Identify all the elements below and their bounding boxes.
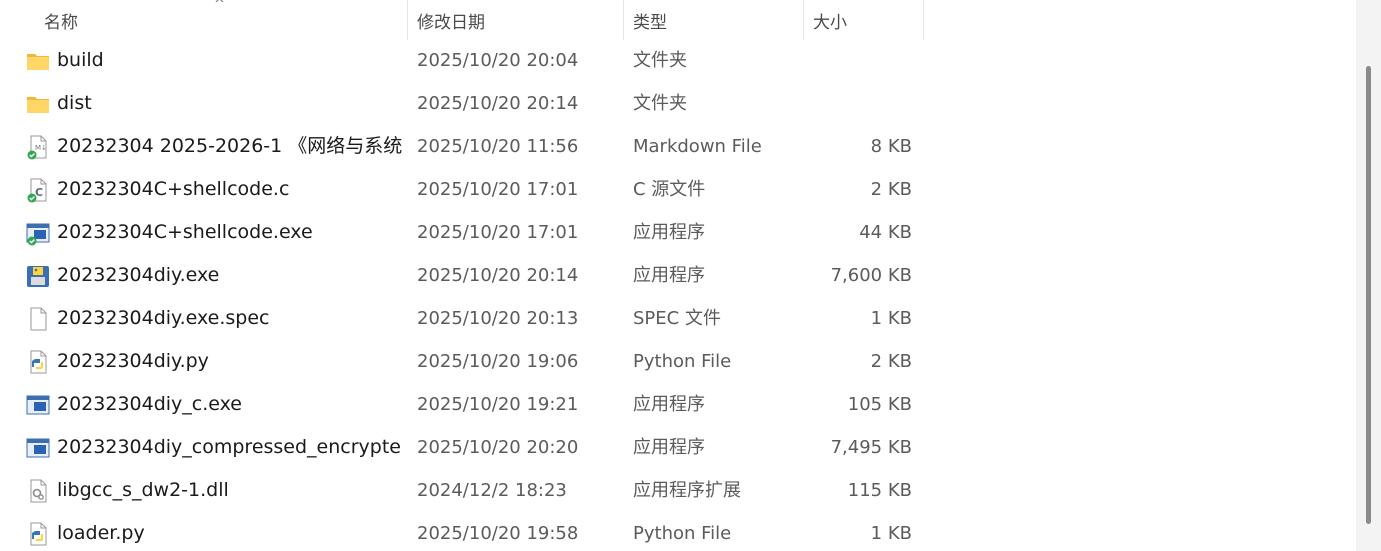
file-size: [803, 39, 912, 82]
file-type: 文件夹: [633, 93, 687, 114]
blank-file-icon: [25, 306, 51, 332]
file-size: 1 KB: [870, 308, 912, 329]
file-date-modified: 2025/10/20 20:13: [417, 308, 579, 329]
file-name[interactable]: 20232304 2025-2026-1 《网络与系统...: [57, 125, 402, 168]
file-date-modified: 2025/10/20 19:06: [417, 351, 579, 372]
file-size: [803, 82, 912, 125]
file-list: build 2025/10/20 20:04 文件夹 dist 2025/10/…: [0, 39, 1356, 551]
file-size: 44 KB: [859, 222, 912, 243]
file-size: 7,495 KB: [830, 437, 912, 458]
file-name[interactable]: 20232304diy_compressed_encrypted....: [57, 426, 402, 469]
file-type: 应用程序扩展: [633, 480, 741, 501]
file-date-modified: 2025/10/20 20:14: [417, 265, 579, 286]
file-type: C 源文件: [633, 179, 706, 200]
file-row[interactable]: build 2025/10/20 20:04 文件夹: [0, 39, 1356, 82]
file-explorer-list: ^ 名称 修改日期 类型 大小 build 2025/10/20 20:04 文…: [0, 0, 1381, 551]
file-type: 文件夹: [633, 50, 687, 71]
file-name[interactable]: 20232304diy_c.exe: [57, 383, 242, 426]
file-type: SPEC 文件: [633, 308, 721, 329]
exe-file-synced-icon: [25, 220, 51, 246]
file-date-modified: 2025/10/20 20:20: [417, 437, 579, 458]
file-row[interactable]: 20232304diy.exe 2025/10/20 20:14 应用程序 7,…: [0, 254, 1356, 297]
file-row[interactable]: 20232304diy.exe.spec 2025/10/20 20:13 SP…: [0, 297, 1356, 340]
file-name[interactable]: 20232304diy.exe: [57, 254, 219, 297]
file-size: 2 KB: [870, 351, 912, 372]
file-name[interactable]: libgcc_s_dw2-1.dll: [57, 469, 229, 512]
file-row[interactable]: 20232304C+shellcode.exe 2025/10/20 17:01…: [0, 211, 1356, 254]
column-divider[interactable]: [407, 0, 408, 40]
file-type: 应用程序: [633, 265, 705, 286]
file-row[interactable]: libgcc_s_dw2-1.dll 2024/12/2 18:23 应用程序扩…: [0, 469, 1356, 512]
file-date-modified: 2025/10/20 17:01: [417, 222, 579, 243]
column-divider[interactable]: [803, 0, 804, 40]
folder-icon: [25, 91, 51, 117]
file-name[interactable]: loader.py: [57, 512, 145, 551]
file-size: 115 KB: [847, 480, 912, 501]
file-size: 1 KB: [870, 523, 912, 544]
column-header-name[interactable]: 名称: [44, 0, 406, 40]
folder-icon: [25, 48, 51, 74]
file-row[interactable]: loader.py 2025/10/20 19:58 Python File 1…: [0, 512, 1356, 551]
exe-file-icon: [25, 392, 51, 418]
column-header-date-modified[interactable]: 修改日期: [417, 0, 623, 40]
file-row[interactable]: 20232304diy.py 2025/10/20 19:06 Python F…: [0, 340, 1356, 383]
file-row[interactable]: C 20232304C+shellcode.c 2025/10/20 17:01…: [0, 168, 1356, 211]
file-name[interactable]: dist: [57, 82, 92, 125]
file-date-modified: 2025/10/20 20:04: [417, 50, 579, 71]
file-row[interactable]: 20232304diy_c.exe 2025/10/20 19:21 应用程序 …: [0, 383, 1356, 426]
file-name[interactable]: 20232304diy.exe.spec: [57, 297, 269, 340]
python-exe-icon: [25, 263, 51, 289]
column-divider[interactable]: [623, 0, 624, 40]
file-row[interactable]: dist 2025/10/20 20:14 文件夹: [0, 82, 1356, 125]
file-date-modified: 2024/12/2 18:23: [417, 480, 567, 501]
file-type: 应用程序: [633, 394, 705, 415]
file-name[interactable]: 20232304C+shellcode.c: [57, 168, 289, 211]
python-file-icon: [25, 349, 51, 375]
column-header-size[interactable]: 大小: [813, 0, 923, 40]
file-date-modified: 2025/10/20 11:56: [417, 136, 579, 157]
file-size: 7,600 KB: [830, 265, 912, 286]
file-size: 105 KB: [847, 394, 912, 415]
file-size: 2 KB: [870, 179, 912, 200]
scrollbar-thumb[interactable]: [1366, 66, 1371, 524]
file-name[interactable]: 20232304C+shellcode.exe: [57, 211, 313, 254]
column-header-bar: ^ 名称 修改日期 类型 大小: [0, 0, 1356, 40]
file-type: Python File: [633, 523, 732, 544]
markdown-file-synced-icon: M↓: [25, 134, 51, 160]
file-date-modified: 2025/10/20 17:01: [417, 179, 579, 200]
file-name[interactable]: build: [57, 39, 104, 82]
file-name[interactable]: 20232304diy.py: [57, 340, 209, 383]
file-type: 应用程序: [633, 222, 705, 243]
c-source-file-synced-icon: C: [25, 177, 51, 203]
column-header-type[interactable]: 类型: [633, 0, 803, 40]
column-divider[interactable]: [923, 0, 924, 40]
file-size: 8 KB: [870, 136, 912, 157]
file-date-modified: 2025/10/20 20:14: [417, 93, 579, 114]
file-date-modified: 2025/10/20 19:21: [417, 394, 579, 415]
svg-text:M↓: M↓: [35, 144, 47, 152]
python-file-icon: [25, 521, 51, 547]
file-row[interactable]: 20232304diy_compressed_encrypted.... 202…: [0, 426, 1356, 469]
exe-file-icon: [25, 435, 51, 461]
file-type: 应用程序: [633, 437, 705, 458]
vertical-scrollbar[interactable]: [1356, 0, 1381, 551]
file-type: Markdown File: [633, 136, 762, 157]
file-type: Python File: [633, 351, 732, 372]
file-date-modified: 2025/10/20 19:58: [417, 523, 579, 544]
dll-file-icon: [25, 478, 51, 504]
file-row[interactable]: M↓ 20232304 2025-2026-1 《网络与系统... 2025/1…: [0, 125, 1356, 168]
